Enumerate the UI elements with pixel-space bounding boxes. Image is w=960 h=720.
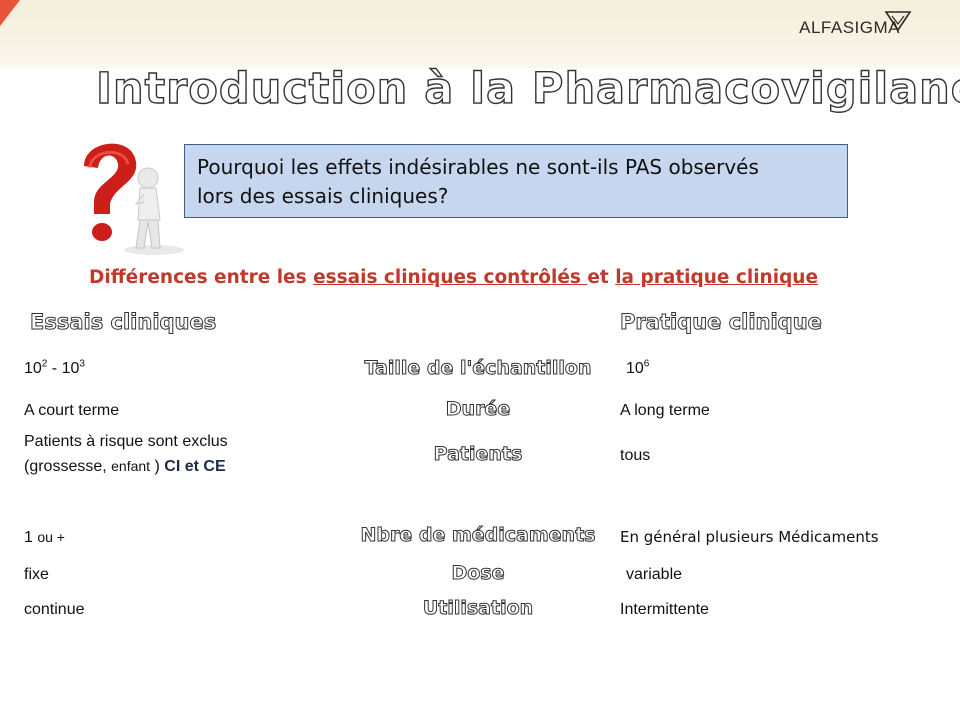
right-cell-drug-count: En général plusieurs Médicaments (620, 528, 879, 546)
right-cell-dose: variable (626, 566, 683, 583)
comparison-subtitle: Différences entre les essais cliniques c… (89, 267, 818, 288)
left-cell-dose: fixe (24, 566, 49, 583)
left-cell-duration: A court terme (24, 402, 120, 419)
left-column-header: Essais cliniques (29, 310, 217, 335)
criterion-dose: Dose (451, 562, 505, 585)
left-cell-drug-count: 1 ou + (24, 529, 65, 546)
question-mark-figure-icon (84, 143, 184, 255)
criterion-duration: Durée (445, 398, 511, 421)
left-cell-usage: continue (24, 601, 85, 618)
right-column-header: Pratique clinique (620, 310, 823, 335)
criterion-sample-size: Taille de l'échantillon (364, 357, 592, 380)
subtitle-part-1: Différences entre les (89, 267, 314, 288)
question-line-2: lors des essais cliniques? (197, 184, 449, 208)
right-cell-sample-size: 106 (626, 358, 650, 377)
page-title: Introduction à la Pharmacovigilance (95, 63, 960, 114)
alfasigma-triangle-icon (884, 11, 912, 32)
right-cell-usage: Intermittente (620, 601, 709, 618)
criterion-drug-count: Nbre de médicaments (360, 524, 596, 547)
right-cell-patients: tous (620, 447, 651, 464)
question-line-1: Pourquoi les effets indésirables ne sont… (197, 155, 759, 179)
question-box: Pourquoi les effets indésirables ne sont… (184, 144, 848, 218)
subtitle-pratique-link: la pratique clinique (615, 267, 819, 288)
subtitle-essais-link: essais cliniques contrôlés (313, 267, 588, 288)
left-cell-sample-size: 102 - 103 (24, 358, 85, 377)
corner-accent (0, 0, 20, 26)
right-cell-duration: A long terme (620, 402, 710, 419)
criterion-usage: Utilisation (422, 597, 534, 620)
left-cell-patients: Patients à risque sont exclus (grossesse… (24, 433, 228, 475)
subtitle-part-3: et (587, 267, 616, 288)
criterion-patients: Patients (433, 443, 523, 466)
